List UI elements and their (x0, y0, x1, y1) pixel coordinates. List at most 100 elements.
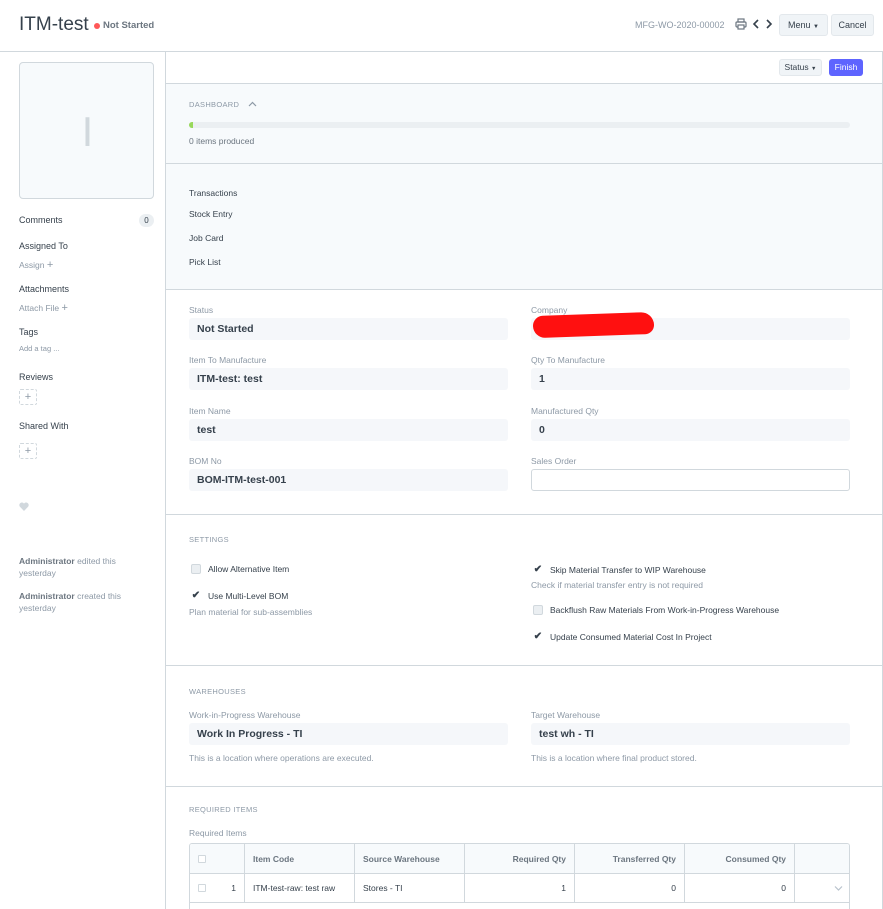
status-button-label: Status (784, 62, 809, 72)
checkbox-label: Update Consumed Material Cost In Project (550, 631, 712, 642)
checkmark-icon: ✔ (533, 564, 543, 575)
chevron-down-icon[interactable] (834, 883, 843, 893)
required-items-heading: REQUIRED ITEMS (189, 805, 258, 814)
allow-alternative-item-checkbox[interactable]: Allow Alternative Item (191, 564, 289, 574)
attach-file-link[interactable]: Attach File + (19, 302, 68, 314)
checkmark-icon: ✔ (191, 590, 201, 601)
cell-transferred-qty[interactable]: 0 (575, 874, 685, 902)
target-warehouse-field[interactable]: test wh - TI (531, 723, 850, 745)
status-dropdown-button[interactable]: Status ▼ (779, 59, 822, 76)
required-items-table: Item Code Source Warehouse Required Qty … (189, 843, 850, 909)
transaction-link-pick-list[interactable]: Pick List (189, 257, 221, 267)
sales-order-label: Sales Order (531, 456, 577, 466)
company-field-label: Company (531, 305, 568, 315)
menu-button[interactable]: Menu ▼ (779, 14, 828, 36)
settings-heading: SETTINGS (189, 535, 229, 544)
column-header-transferred-qty: Transferred Qty (575, 844, 685, 873)
item-to-manufacture-label: Item To Manufacture (189, 355, 267, 365)
assigned-to-label: Assigned To (19, 241, 68, 251)
cancel-button[interactable]: Cancel (831, 14, 874, 36)
bom-no-label: BOM No (189, 456, 222, 466)
cell-consumed-qty[interactable]: 0 (685, 874, 795, 902)
multi-level-bom-help: Plan material for sub-assemblies (189, 607, 313, 617)
collapse-chevron-icon (248, 100, 257, 109)
image-placeholder[interactable]: I (19, 62, 154, 199)
target-warehouse-label: Target Warehouse (531, 710, 601, 720)
shared-with-label: Shared With (19, 421, 69, 431)
reviews-label: Reviews (19, 372, 54, 382)
use-multi-level-bom-checkbox[interactable]: ✔ Use Multi-Level BOM (191, 590, 289, 601)
target-warehouse-help: This is a location where final product s… (531, 753, 697, 763)
select-all-checkbox[interactable] (198, 854, 206, 863)
add-share-button[interactable]: + (19, 443, 37, 459)
qty-to-manufacture-field[interactable]: 1 (531, 368, 850, 390)
wip-warehouse-label: Work-in-Progress Warehouse (189, 710, 301, 720)
transaction-link-job-card[interactable]: Job Card (189, 233, 224, 243)
checkmark-icon: ✔ (533, 631, 543, 642)
row-select-cell[interactable]: 1 (190, 874, 245, 902)
form-main: Status ▼ Finish DASHBOARD 0 items produc… (165, 52, 883, 909)
status-field-label: Status (189, 305, 214, 315)
menu-button-label: Menu (788, 20, 811, 30)
select-all-cell[interactable] (190, 844, 245, 873)
checkbox-label: Use Multi-Level BOM (208, 590, 289, 601)
print-icon[interactable] (735, 18, 747, 30)
manufactured-qty-field: 0 (531, 419, 850, 441)
items-produced-text: 0 items produced (189, 136, 255, 146)
checkbox-label: Backflush Raw Materials From Work-in-Pro… (550, 605, 780, 615)
column-header-item-code: Item Code (245, 844, 355, 873)
row-checkbox[interactable] (198, 884, 206, 892)
status-dot-icon (94, 22, 100, 29)
skip-material-transfer-checkbox[interactable]: ✔ Skip Material Transfer to WIP Warehous… (533, 564, 706, 575)
details-section: Status Not Started Company Item To Manuf… (166, 290, 882, 515)
cell-item-code[interactable]: ITM-test-raw: test raw (245, 874, 355, 902)
sales-order-input[interactable] (531, 469, 850, 491)
production-progress-bar (189, 122, 850, 128)
backflush-checkbox[interactable]: Backflush Raw Materials From Work-in-Pro… (533, 605, 779, 615)
cell-required-qty[interactable]: 1 (465, 874, 575, 902)
finish-button[interactable]: Finish (829, 59, 863, 76)
plus-icon: + (61, 302, 68, 314)
column-header-consumed-qty: Consumed Qty (685, 844, 795, 873)
assign-link[interactable]: Assign + (19, 259, 53, 271)
status-indicator-label: Not Started (103, 20, 155, 31)
attachments-label: Attachments (19, 284, 70, 294)
skip-transfer-help: Check if material transfer entry is not … (531, 580, 703, 590)
transaction-link-stock-entry[interactable]: Stock Entry (189, 209, 232, 219)
progress-fill (189, 122, 193, 128)
status-indicator: Not Started (94, 20, 154, 31)
item-to-manufacture-field[interactable]: ITM-test: test (189, 368, 508, 390)
update-consumed-cost-checkbox[interactable]: ✔ Update Consumed Material Cost In Proje… (533, 631, 712, 642)
item-name-field[interactable]: test (189, 419, 508, 441)
tags-label: Tags (19, 327, 39, 337)
previous-icon[interactable] (750, 18, 762, 30)
table-header-row: Item Code Source Warehouse Required Qty … (190, 844, 849, 874)
wip-warehouse-field[interactable]: Work In Progress - TI (189, 723, 508, 745)
dashboard-heading[interactable]: DASHBOARD (189, 100, 257, 109)
activity-item: Administrator edited this yesterday (19, 555, 139, 579)
wip-warehouse-help: This is a location where operations are … (189, 753, 374, 763)
form-toolbar: Status ▼ Finish (166, 52, 882, 84)
column-header-source-warehouse: Source Warehouse (355, 844, 465, 873)
warehouses-section: WAREHOUSES Work-in-Progress Warehouse Wo… (166, 666, 882, 787)
attach-file-label: Attach File (19, 303, 60, 313)
column-header-actions (795, 844, 849, 873)
qty-to-manufacture-label: Qty To Manufacture (531, 355, 606, 365)
next-icon[interactable] (763, 18, 775, 30)
checkbox-box (191, 564, 201, 574)
caret-down-icon: ▼ (813, 24, 819, 30)
item-name-label: Item Name (189, 406, 231, 416)
row-edit-cell[interactable] (795, 874, 849, 902)
cell-source-warehouse[interactable]: Stores - TI (355, 874, 465, 902)
table-row[interactable]: 1 ITM-test-raw: test raw Stores - TI 1 0… (190, 874, 849, 903)
like-heart-icon[interactable] (19, 502, 29, 514)
add-review-button[interactable]: + (19, 389, 37, 405)
column-header-required-qty: Required Qty (465, 844, 575, 873)
add-tag-link[interactable]: Add a tag ... (19, 344, 59, 353)
activity-user: Administrator (19, 591, 75, 601)
activity-item: Administrator created this yesterday (19, 590, 139, 614)
activity-user: Administrator (19, 556, 75, 566)
bom-no-field[interactable]: BOM-ITM-test-001 (189, 469, 508, 491)
form-sidebar: I Comments 0 Assigned To Assign + Attach… (0, 52, 165, 909)
dashboard-section: DASHBOARD 0 items produced (166, 84, 882, 164)
